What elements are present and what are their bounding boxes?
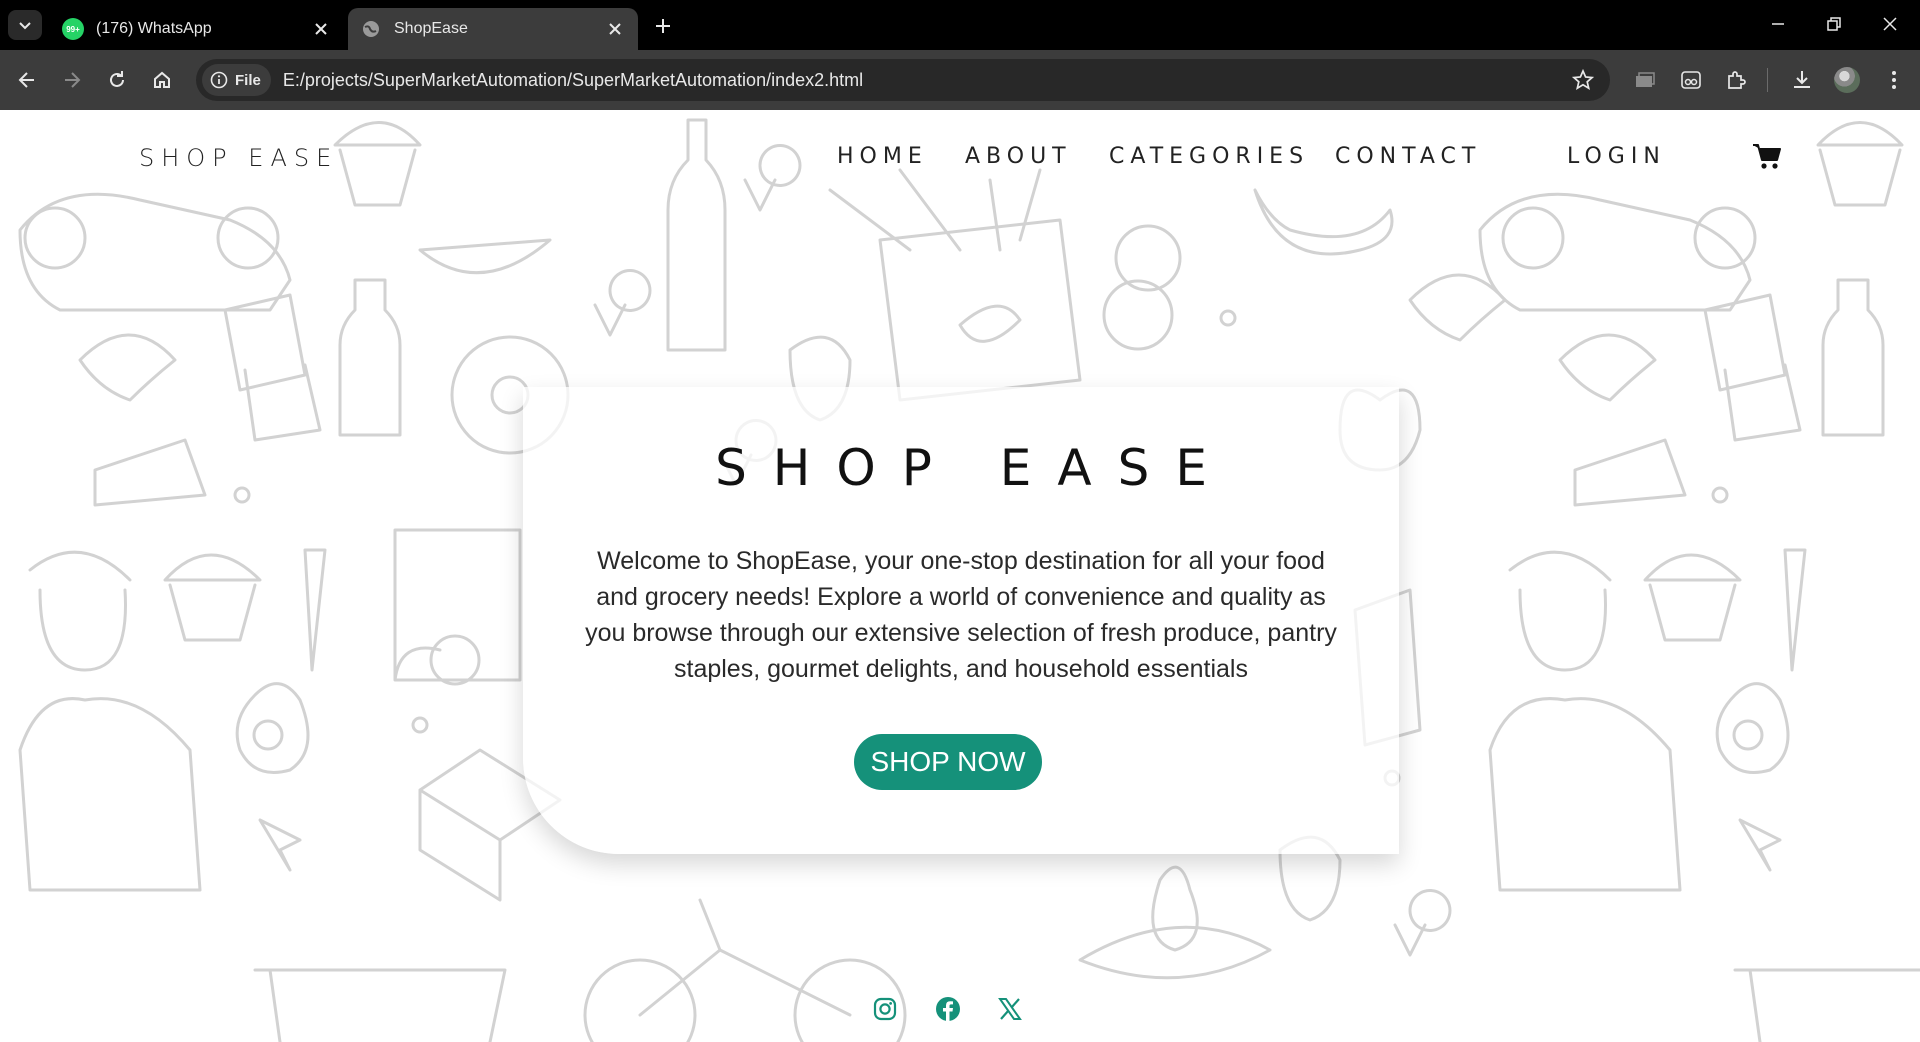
reading-mode-icon[interactable] [1675,64,1707,96]
chevron-down-icon [19,22,31,30]
hero-description: Welcome to ShopEase, your one-stop desti… [585,547,1337,683]
tab-title: ShopEase [394,20,468,37]
page-viewport: SHOP EASE HOME ABOUT CATEGORIES CONTACT … [0,110,1920,1042]
browser-toolbar: File E:/projects/SuperMarketAutomation/S… [0,50,1920,110]
toolbar-divider [1767,68,1768,92]
tab-title: (176) WhatsApp [96,20,212,37]
hero-title: SHOP EASE [715,439,1233,497]
nav-contact[interactable]: CONTACT [1335,144,1481,169]
x-icon[interactable] [995,994,1025,1024]
shopping-cart-icon[interactable] [1752,142,1782,170]
media-icon[interactable] [1629,64,1661,96]
site-info-chip[interactable]: File [202,64,271,96]
profile-avatar[interactable] [1834,67,1860,93]
bookmark-star-icon[interactable] [1572,69,1594,91]
extensions-icon[interactable] [1720,64,1752,96]
window-close-icon[interactable] [1868,8,1912,40]
site-logo[interactable]: SHOP EASE [139,144,338,172]
file-chip-label: File [235,71,261,89]
instagram-icon[interactable] [870,994,900,1024]
back-icon[interactable] [11,64,43,96]
shop-now-button[interactable]: SHOP NOW [854,734,1042,790]
reload-icon[interactable] [101,64,133,96]
nav-home[interactable]: HOME [837,144,928,169]
url-text[interactable]: E:/projects/SuperMarketAutomation/SuperM… [283,70,863,91]
restore-icon[interactable] [1812,8,1856,40]
tab-search-button[interactable] [8,10,42,40]
new-tab-icon[interactable] [650,13,676,39]
close-icon[interactable] [604,18,626,40]
minimize-icon[interactable] [1756,8,1800,40]
nav-about[interactable]: ABOUT [965,144,1072,169]
nav-categories[interactable]: CATEGORIES [1109,144,1309,169]
facebook-icon[interactable] [933,994,963,1024]
tab-shopease[interactable]: ShopEase [348,8,638,50]
info-icon [210,71,228,89]
address-bar[interactable]: File E:/projects/SuperMarketAutomation/S… [196,59,1610,101]
whatsapp-icon: 99+ [62,18,84,40]
close-icon[interactable] [310,18,332,40]
tab-whatsapp[interactable]: 99+ (176) WhatsApp [50,8,344,50]
tab-strip: 99+ (176) WhatsApp ShopEase [0,0,1920,50]
globe-icon [360,18,382,40]
download-icon[interactable] [1786,64,1818,96]
menu-icon[interactable] [1878,64,1910,96]
tab-badge: 99+ [66,24,80,34]
nav-login[interactable]: LOGIN [1567,144,1666,169]
home-icon[interactable] [146,64,178,96]
forward-icon[interactable] [56,64,88,96]
